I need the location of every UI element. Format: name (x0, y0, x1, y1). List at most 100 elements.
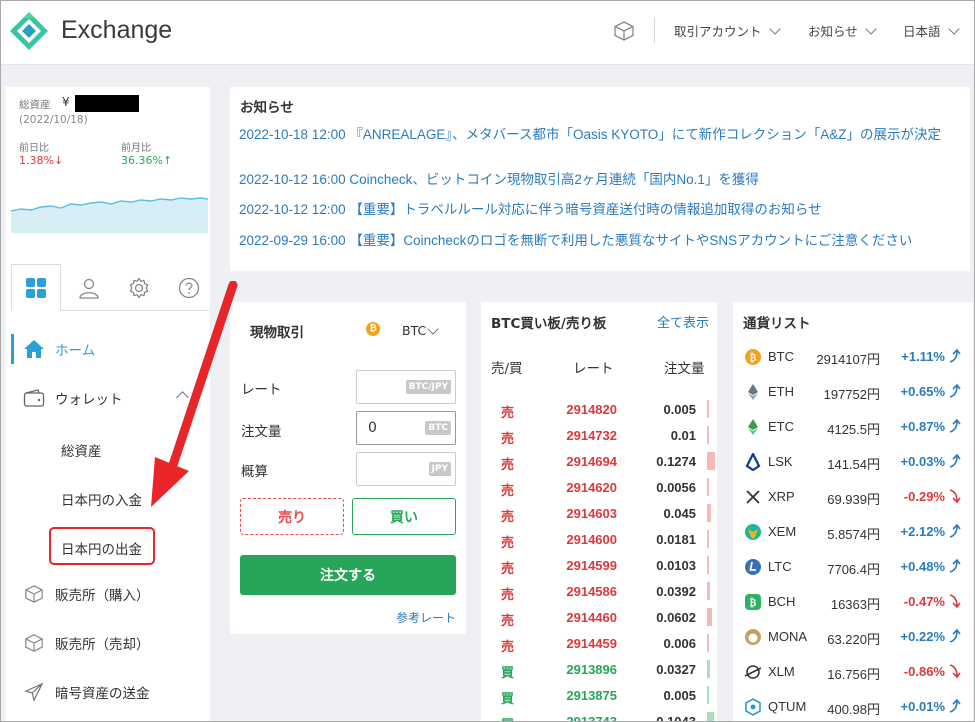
chevron-down-icon (427, 322, 439, 335)
currency-price: 5.8574円 (827, 527, 880, 542)
list-item[interactable]: LSK 141.54円 +0.03% (733, 451, 973, 488)
news-menu[interactable]: お知らせ (808, 21, 877, 40)
table-row[interactable]: 売 2914586 0.0392 (481, 582, 717, 610)
chevron-down-icon (865, 22, 877, 35)
sidebar-item-shop-sell[interactable]: 販売所（売却） (5, 623, 210, 663)
table-row[interactable]: 売 2914620 0.0056 (481, 478, 717, 506)
qty-unit: BTC (425, 421, 451, 435)
list-item[interactable]: XRP 69.939円 -0.29% (733, 488, 973, 523)
table-row[interactable]: 買 2913896 0.0327 (481, 660, 717, 688)
currency-change: +0.87% (900, 419, 945, 434)
tab-account[interactable] (64, 264, 114, 311)
currency-change: +2.12% (900, 524, 945, 539)
depth-bar (707, 400, 709, 418)
xem-icon (744, 523, 762, 541)
sell-button[interactable]: 売り (240, 498, 344, 535)
news-title: お知らせ (240, 100, 294, 116)
order-side: 買 (501, 714, 514, 721)
news-panel: お知らせ 2022-10-18 12:00 『ANREALAGE』、メタバース都… (230, 87, 970, 271)
prev-month-label: 前月比 (121, 143, 151, 154)
qtum-icon (744, 698, 762, 716)
qty-input-value: 0 (368, 420, 377, 436)
order-book-panel: BTC買い板/売り板 全て表示 売/買 レート 注文量 売 2914820 0.00… (481, 302, 717, 721)
currency-price: 7706.4円 (827, 562, 880, 577)
sidebar-item-jpy-deposit[interactable]: 日本円の入金 (61, 489, 142, 509)
list-item[interactable]: ₿ BCH 16363円 -0.47% (733, 593, 973, 628)
bch-icon: ₿ (744, 593, 762, 611)
currency-price: 197752円 (823, 387, 880, 402)
table-row[interactable]: 売 2914603 0.045 (481, 504, 717, 532)
sidebar-item-crypto-send[interactable]: 暗号資産の送金 (5, 672, 210, 712)
table-row[interactable]: 売 2914599 0.0103 (481, 556, 717, 584)
trend-up-icon (947, 558, 961, 574)
order-rate: 2914600 (566, 532, 617, 547)
chevron-down-icon (947, 22, 960, 35)
news-item[interactable]: 2022-10-18 12:00 『ANREALAGE』、メタバース都市「Oas… (239, 127, 961, 143)
table-row[interactable]: 売 2914600 0.0181 (481, 530, 717, 558)
depth-bar (707, 634, 709, 652)
table-row[interactable]: 売 2914820 0.005 (481, 400, 717, 428)
currency-symbol: LTC (768, 559, 792, 574)
currency-select-value: BTC (402, 323, 427, 338)
order-qty: 0.1274 (656, 454, 696, 469)
buy-button[interactable]: 買い (352, 498, 456, 535)
reference-rate-link[interactable]: 参考レート (396, 609, 456, 626)
logo-icon[interactable] (9, 11, 49, 51)
trend-down-icon (947, 663, 961, 679)
order-side: 売 (501, 484, 515, 499)
currency-symbol: XRP (768, 489, 795, 504)
svg-text:₿: ₿ (750, 352, 757, 364)
list-item[interactable]: XEM 5.8574円 +2.12% (733, 523, 973, 558)
sidebar-item-total-assets[interactable]: 総資産 (61, 440, 102, 460)
news-item[interactable]: 2022-10-12 12:00 【重要】トラベルルール対応に伴う暗号資産送付時… (239, 202, 961, 218)
order-rate: 2914620 (566, 480, 617, 495)
col-side-header: 売/買 (491, 361, 523, 377)
order-side: 買 (501, 666, 515, 681)
order-qty: 0.005 (663, 688, 696, 703)
brand-name[interactable]: Exchange (61, 16, 172, 45)
list-item[interactable]: QTUM 400.98円 +0.01% (733, 698, 973, 721)
qty-input[interactable]: 0 BTC (356, 411, 456, 445)
list-item[interactable]: XLM 16.756円 -0.86% (733, 663, 973, 698)
list-item[interactable]: ETH 197752円 +0.65% (733, 383, 973, 418)
language-menu[interactable]: 日本語 (903, 21, 960, 40)
rate-input[interactable]: BTC/JPY (356, 370, 456, 404)
list-item[interactable]: MONA 63.220円 +0.22% (733, 628, 973, 663)
tab-dashboard[interactable] (11, 264, 61, 311)
table-row[interactable]: 売 2914460 0.0602 (481, 608, 717, 636)
order-side: 売 (501, 406, 515, 421)
currency-select[interactable]: BTC (402, 322, 439, 338)
table-row[interactable]: 買 2913875 0.005 (481, 686, 717, 714)
box-icon[interactable] (613, 20, 635, 42)
table-row[interactable]: 売 2914732 0.01 (481, 426, 717, 454)
sidebar-item-shop-buy[interactable]: 販売所（購入） (5, 574, 210, 614)
show-all-link[interactable]: 全て表示 (657, 312, 709, 331)
list-item[interactable]: LTC 7706.4円 +0.48% (733, 558, 973, 593)
trade-title: 現物取引 (250, 325, 304, 341)
depth-bar (707, 504, 711, 522)
account-menu[interactable]: 取引アカウント (674, 21, 781, 40)
order-qty: 0.0327 (656, 662, 696, 677)
estimate-input[interactable]: JPY (356, 452, 456, 486)
table-row[interactable]: 買 2913743 0.1043 (481, 712, 717, 721)
currency-price: 400.98円 (827, 702, 880, 717)
news-item[interactable]: 2022-09-29 16:00 【重要】Coincheckのロゴを無断で利用し… (239, 233, 961, 249)
currency-price: 69.939円 (827, 492, 880, 507)
lsk-icon (744, 451, 762, 472)
news-item[interactable]: 2022-10-12 16:00 Coincheck、ビットコイン現物取引高2ヶ… (239, 172, 961, 188)
currency-price: 141.54円 (827, 457, 880, 472)
table-row[interactable]: 売 2914459 0.006 (481, 634, 717, 662)
list-item[interactable]: ₿ BTC 2914107円 +1.11% (733, 348, 973, 383)
place-order-button[interactable]: 注文する (240, 555, 456, 595)
sidebar-item-label: ウォレット (55, 392, 123, 408)
rate-unit: BTC/JPY (405, 380, 451, 394)
currency-symbol: BTC (768, 349, 794, 364)
order-rate: 2914732 (566, 428, 617, 443)
sidebar-item-label: 販売所（売却） (55, 637, 150, 653)
list-item[interactable]: ETC 4125.5円 +0.87% (733, 418, 973, 453)
estimate-label: 概算 (241, 464, 268, 480)
trend-down-icon (947, 593, 961, 609)
xlm-icon (744, 663, 762, 681)
table-row[interactable]: 売 2914694 0.1274 (481, 452, 717, 480)
order-qty: 0.0181 (656, 532, 696, 547)
